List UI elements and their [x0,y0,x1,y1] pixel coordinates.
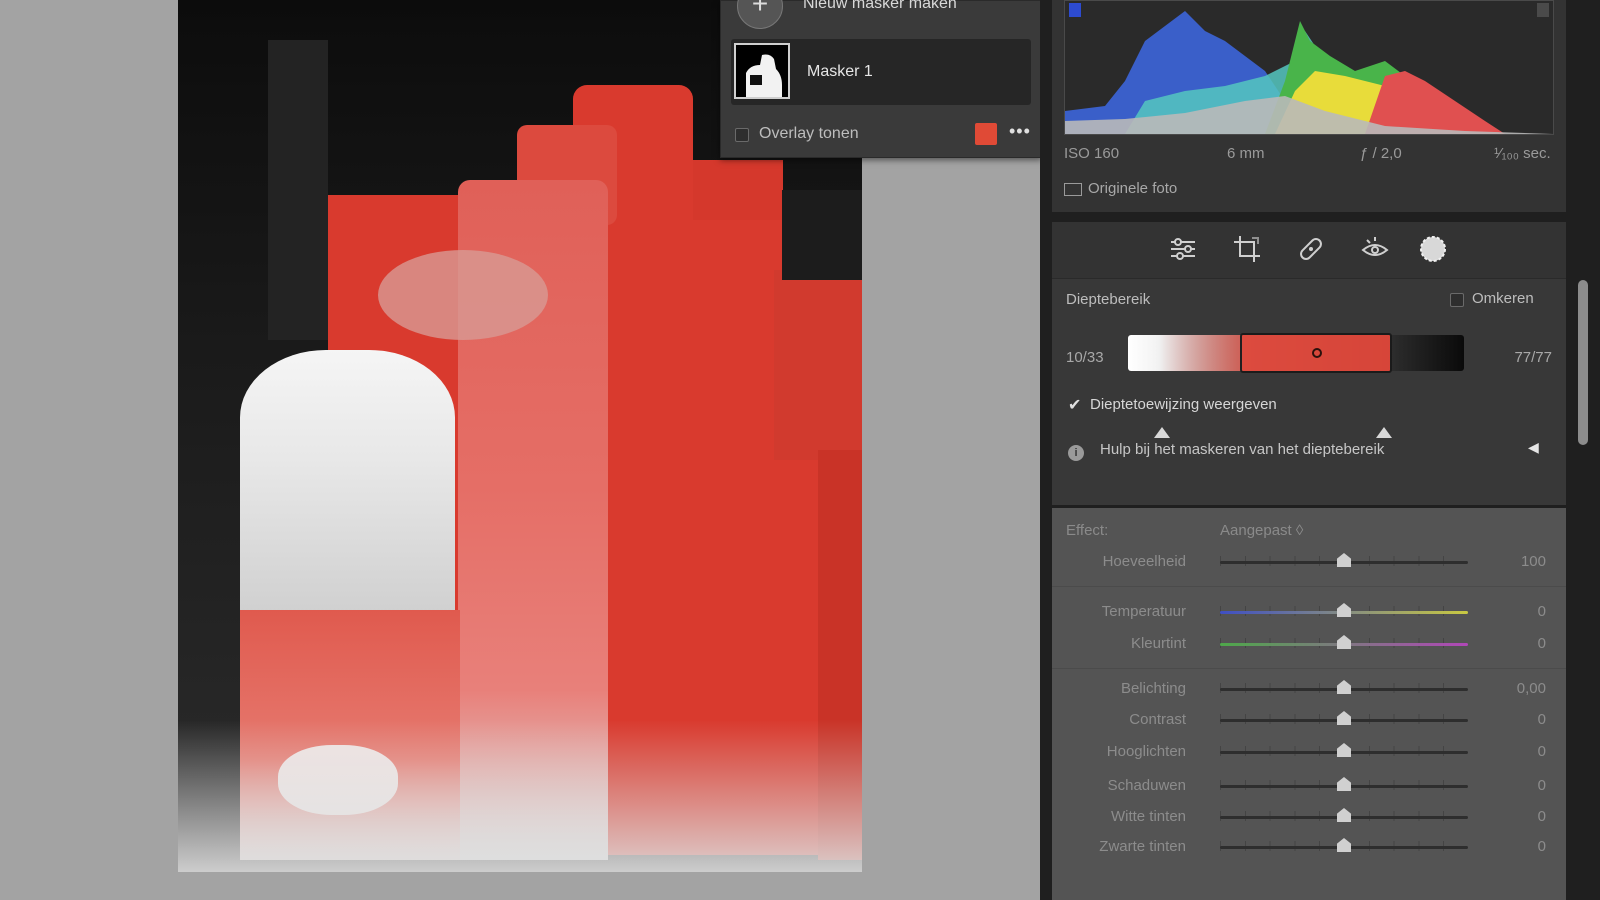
depth-range-max-value: 77/77 [1514,349,1552,366]
depth-help-label[interactable]: Hulp bij het maskeren van het dieptebere… [1100,441,1384,458]
depth-range-start-handle[interactable] [1154,427,1170,438]
checkmark-icon[interactable]: ✔ [1068,395,1081,415]
slider-value[interactable]: 0 [1538,808,1546,825]
mask-list-item[interactable]: Masker 1 [731,39,1031,105]
slider-label: Schaduwen [1107,777,1186,794]
new-mask-row[interactable]: + Nieuw masker maken [721,0,1041,35]
original-photo-label: Originele foto [1088,180,1178,197]
panel-scrollbar[interactable] [1578,280,1588,445]
slider-label: Hooglichten [1106,743,1186,760]
slider-row: Zwarte tinten 0 [1052,833,1566,863]
slider-value[interactable]: 0 [1538,743,1546,760]
preview-shape [693,160,783,220]
slider-value[interactable]: 0 [1538,603,1546,620]
tool-strip [1052,222,1566,278]
red-eye-icon[interactable] [1360,234,1390,264]
slider-row: Hooglichten 0 [1052,738,1566,768]
preview-shape [378,250,548,340]
depth-range-min-value: 10/33 [1066,349,1104,366]
slider-value[interactable]: 0 [1538,711,1546,728]
preview-shape [782,190,862,280]
slider-row: Schaduwen 0 [1052,772,1566,802]
exif-shutter: ¹⁄₁₀₀ sec. [1494,145,1551,162]
masking-icon[interactable] [1418,234,1448,264]
depth-mapping-label[interactable]: Dieptetoewijzing weergeven [1090,396,1277,413]
slider-value[interactable]: 100 [1521,553,1546,570]
original-photo-toggle[interactable]: Originele foto [1064,180,1177,197]
effect-panel: Effect: Aangepast ◊ Hoeveelheid 100 Temper… [1052,508,1566,900]
masks-panel: + Nieuw masker maken Masker 1 Overlay to… [720,0,1042,158]
slider-value[interactable]: 0 [1538,838,1546,855]
slider-row: Hoeveelheid 100 [1052,548,1566,578]
overlay-color-swatch[interactable] [975,123,997,145]
slider-label: Hoeveelheid [1102,553,1186,570]
canvas-area: + Nieuw masker maken Masker 1 Overlay to… [0,0,1042,900]
effect-preset-select[interactable]: Aangepast ◊ [1220,522,1303,539]
preview-shape [178,720,862,872]
depth-range-slider[interactable] [1128,333,1464,438]
depth-range-title: Dieptebereik [1066,291,1151,308]
add-mask-button[interactable]: + [737,0,783,29]
histogram-panel: ISO 160 6 mm ƒ / 2,0 ¹⁄₁₀₀ sec. Originel… [1052,0,1566,212]
exif-focal-length: 6 mm [1227,145,1265,162]
slider-row: Witte tinten 0 [1052,803,1566,833]
crop-icon[interactable] [1232,234,1262,264]
slider-separator [1052,586,1566,587]
depth-range-selection[interactable] [1240,333,1392,373]
depth-range-falloff [1160,335,1240,371]
expand-arrow-icon[interactable]: ◀ [1528,439,1539,456]
slider-row: Contrast 0 [1052,706,1566,736]
edit-sliders-icon[interactable] [1168,234,1198,264]
preview-shape [268,40,328,340]
slider-label: Contrast [1129,711,1186,728]
overlay-label: Overlay tonen [759,125,859,142]
slider-value[interactable]: 0 [1538,777,1546,794]
mask-thumbnail-icon [736,45,788,97]
overlay-row: Overlay tonen ••• [721,121,1041,149]
slider-separator [1052,668,1566,669]
slider-value[interactable]: 0 [1538,635,1546,652]
exif-iso: ISO 160 [1064,145,1120,162]
slider-row: Belichting 0,00 [1052,675,1566,705]
slider-label: Zwarte tinten [1099,838,1186,855]
effect-label: Effect: [1066,522,1109,539]
healing-bandage-icon[interactable] [1296,234,1326,264]
invert-label: Omkeren [1472,290,1534,307]
slider-row: Kleurtint 0 [1052,630,1566,660]
exif-aperture: ƒ / 2,0 [1360,145,1402,162]
info-icon: i [1068,445,1084,461]
histogram-graph [1065,3,1553,134]
overlay-checkbox[interactable] [735,128,749,142]
slider-label: Witte tinten [1110,808,1186,825]
more-options-icon[interactable]: ••• [1009,121,1031,142]
invert-checkbox[interactable] [1450,293,1464,307]
slider-value[interactable]: 0,00 [1517,680,1546,697]
preview-shape [240,350,455,620]
mask-name[interactable]: Masker 1 [807,63,873,81]
depth-range-end-handle[interactable] [1376,427,1392,438]
slider-label: Kleurtint [1130,635,1186,652]
depth-range-center-handle[interactable] [1312,348,1322,358]
slider-row: Temperatuur 0 [1052,598,1566,628]
mask-thumbnail[interactable] [734,43,790,99]
depth-range-panel: Dieptebereik Omkeren 10/33 77/77 ✔ Diept… [1052,278,1566,505]
original-photo-icon [1064,182,1082,196]
slider-label: Belichting [1120,680,1186,697]
preview-shape [774,270,862,460]
histogram [1064,0,1554,135]
slider-label: Temperatuur [1101,603,1186,620]
new-mask-label[interactable]: Nieuw masker maken [803,0,957,13]
